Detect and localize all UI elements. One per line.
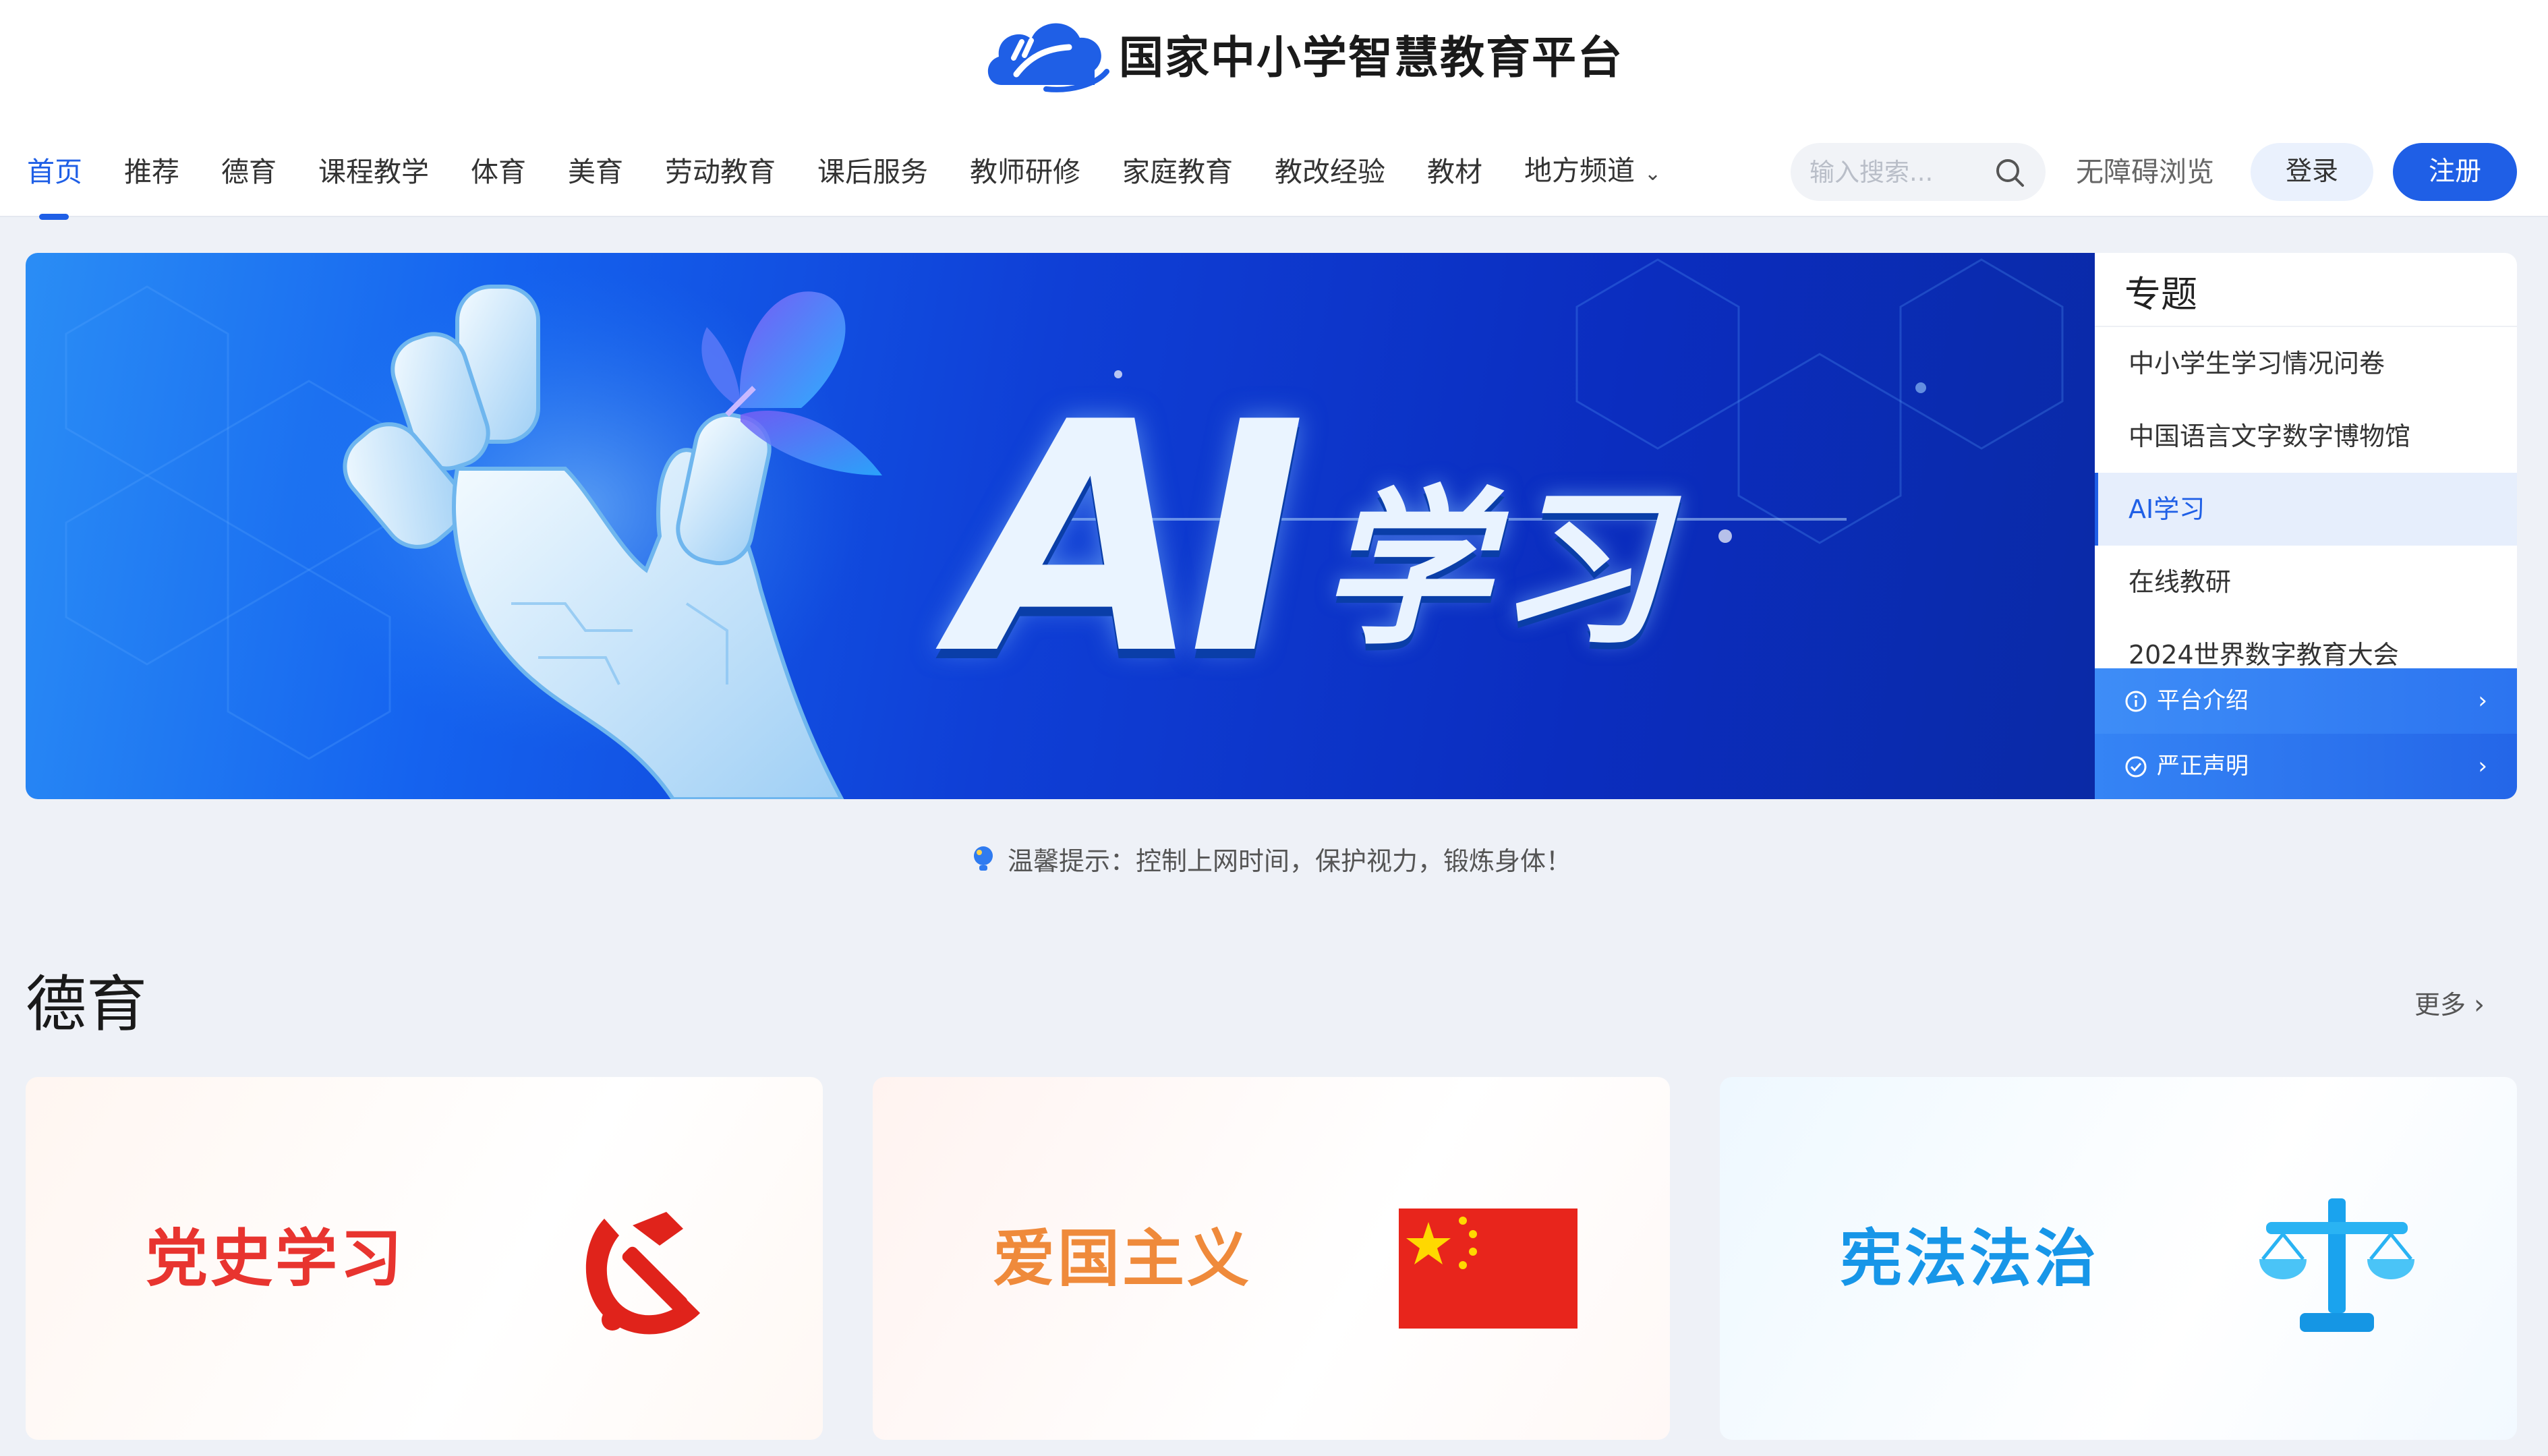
nav-item-home[interactable]: 首页 bbox=[27, 143, 82, 220]
card-label: 党史学习 bbox=[146, 1223, 405, 1295]
check-circle-icon bbox=[2125, 756, 2147, 777]
statement-label: 严正声明 bbox=[2157, 753, 2249, 780]
nav-item-textbooks[interactable]: 教材 bbox=[1427, 143, 1482, 201]
chevron-right-icon: › bbox=[2478, 687, 2487, 714]
topic-item-ai-learning[interactable]: AI学习 bbox=[2095, 473, 2517, 546]
nav-item-arts[interactable]: 美育 bbox=[568, 143, 623, 201]
info-icon bbox=[2125, 691, 2147, 711]
chevron-right-icon: › bbox=[2478, 753, 2487, 780]
nav-item-reform[interactable]: 教改经验 bbox=[1275, 143, 1385, 201]
nav-item-courses[interactable]: 课程教学 bbox=[318, 143, 429, 201]
nav-item-after-school[interactable]: 课后服务 bbox=[817, 143, 928, 201]
platform-intro-label: 平台介绍 bbox=[2157, 687, 2249, 714]
nav-item-moral[interactable]: 德育 bbox=[221, 143, 277, 201]
search-box bbox=[1791, 143, 2046, 201]
more-link[interactable]: 更多 › bbox=[2414, 985, 2485, 1025]
nav-item-sports[interactable]: 体育 bbox=[471, 143, 526, 201]
more-label: 更多 bbox=[2414, 990, 2466, 1020]
accessible-browse-link[interactable]: 无障碍浏览 bbox=[2076, 143, 2214, 201]
nav-item-family[interactable]: 家庭教育 bbox=[1122, 143, 1233, 201]
topic-item-language-museum[interactable]: 中国语言文字数字博物馆 bbox=[2095, 400, 2517, 473]
national-flag-icon bbox=[1399, 1209, 1577, 1329]
site-header: 国家中小学智慧教育平台 首页 推荐 德育 课程教学 体育 美育 劳动教育 课后服… bbox=[0, 0, 2548, 220]
card-party-history[interactable]: 党史学习 bbox=[26, 1077, 823, 1440]
topic-item-online-research[interactable]: 在线教研 bbox=[2095, 546, 2517, 618]
warm-tip-text: 温馨提示：控制上网时间，保护视力，锻炼身体！ bbox=[1008, 846, 1572, 876]
banner-subtitle: 学习 bbox=[1321, 471, 1671, 668]
card-constitution[interactable]: 宪法法治 bbox=[1720, 1077, 2517, 1440]
topics-panel: 专题 中小学生学习情况问卷 中国语言文字数字博物馆 AI学习 在线教研 2024… bbox=[2095, 253, 2517, 799]
section-title-moral: 德育 bbox=[26, 969, 147, 1040]
site-logo[interactable]: 国家中小学智慧教育平台 bbox=[981, 9, 1623, 98]
topics-title: 专题 bbox=[2124, 273, 2197, 316]
hero-banner[interactable]: AI 学习 bbox=[26, 253, 2095, 799]
bulb-icon bbox=[974, 846, 993, 871]
nav-item-recommend[interactable]: 推荐 bbox=[124, 143, 179, 201]
register-button[interactable]: 注册 bbox=[2393, 143, 2517, 201]
card-patriotism[interactable]: 爱国主义 bbox=[873, 1077, 1670, 1440]
nav-item-teacher-training[interactable]: 教师研修 bbox=[970, 143, 1080, 201]
nav-item-labor[interactable]: 劳动教育 bbox=[665, 143, 776, 201]
chevron-down-icon: ⌄ bbox=[1644, 161, 1662, 185]
nav-item-local-label: 地方频道 bbox=[1524, 154, 1635, 187]
justice-scale-icon bbox=[2259, 1198, 2414, 1332]
nav-item-local-channels[interactable]: 地方频道 ⌄ bbox=[1524, 142, 1661, 203]
site-title: 国家中小学智慧教育平台 bbox=[1119, 31, 1623, 84]
main-nav: 首页 推荐 德育 课程教学 体育 美育 劳动教育 课后服务 教师研修 家庭教育 … bbox=[27, 142, 1703, 220]
platform-intro-link[interactable]: 平台介绍 › bbox=[2095, 668, 2517, 734]
card-label: 爱国主义 bbox=[993, 1223, 1252, 1295]
login-button[interactable]: 登录 bbox=[2251, 143, 2373, 201]
chevron-right-icon: › bbox=[2474, 989, 2485, 1020]
search-icon[interactable] bbox=[1994, 157, 2025, 188]
statement-link[interactable]: 严正声明 › bbox=[2095, 734, 2517, 799]
banner-title: AI bbox=[956, 355, 1306, 724]
topic-item-questionnaire[interactable]: 中小学生学习情况问卷 bbox=[2095, 327, 2517, 400]
party-emblem-icon bbox=[585, 1212, 700, 1335]
card-label: 宪法法治 bbox=[1840, 1223, 2100, 1295]
search-input[interactable] bbox=[1809, 157, 1985, 187]
warm-tip: 温馨提示：控制上网时间，保护视力，锻炼身体！ bbox=[970, 840, 1571, 877]
logo-cloud-icon bbox=[987, 23, 1109, 92]
